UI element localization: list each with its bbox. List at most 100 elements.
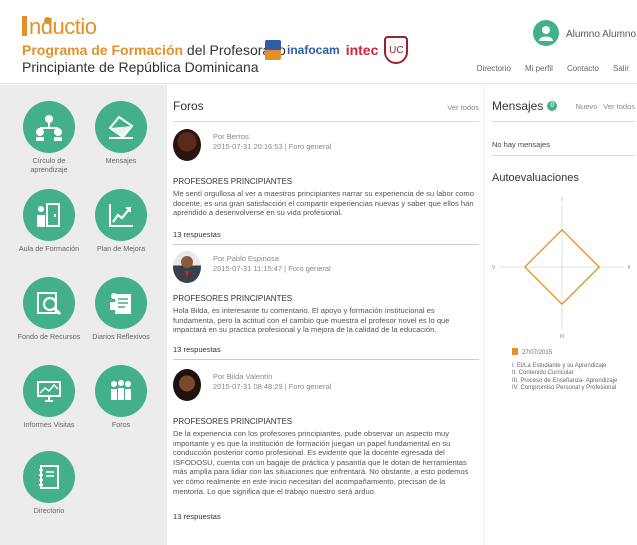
post-date: 2015-07-31 08:48:29 | Foro general: [213, 382, 332, 391]
legend-item: IV. Compromiso Personal y Profesional: [512, 385, 617, 392]
author-avatar[interactable]: [173, 251, 201, 283]
right-panel: Mensajes 0 Nuevo Ver todos No hay mensaj…: [483, 85, 637, 545]
legend-item: I. El/La Estudiante y su Aprendizaje: [512, 362, 607, 369]
sidebar: Círculo de aprendizaje Mensajes Aula de …: [0, 85, 167, 545]
radar-axis-label: III: [560, 334, 564, 340]
top-nav: Directorio Mi perfil Contacto Salir: [477, 64, 629, 73]
intec-logo: intec: [345, 42, 379, 58]
classroom-icon: [37, 203, 60, 227]
legend-series[interactable]: 27/07/2015: [512, 348, 617, 358]
post-title[interactable]: PROFESORES PRINCIPIANTES: [173, 417, 292, 426]
logo-dot: [44, 17, 51, 24]
tile-plan-mejora[interactable]: Plan de Mejora: [86, 189, 156, 254]
tile-foros[interactable]: Foros: [86, 365, 156, 430]
nav-directorio[interactable]: Directorio: [477, 64, 511, 73]
forum-see-all-link[interactable]: Ver todos: [447, 103, 479, 112]
nav-mi-perfil[interactable]: Mi perfil: [525, 64, 553, 73]
post-divider: [173, 359, 479, 360]
post-replies-link[interactable]: 13 respuestas: [173, 345, 221, 354]
self-eval-title: Autoevaluaciones: [492, 172, 579, 184]
improvement-plan-icon: [109, 204, 133, 227]
user-name[interactable]: Alumno Alumno: [566, 29, 636, 40]
post-date: 2015-07-31 20:16:53 | Foro general: [213, 142, 332, 151]
post-title[interactable]: PROFESORES PRINCIPIANTES: [173, 294, 292, 303]
post-body: De la experiencia con los profesores pri…: [173, 429, 469, 496]
tile-fondo-recursos[interactable]: Fondo de Recursos: [14, 277, 84, 342]
circle-bg: [95, 365, 147, 417]
circle-bg: [95, 277, 147, 329]
logo[interactable]: nductio: [22, 14, 97, 40]
post-replies-link[interactable]: 13 respuestas: [173, 512, 221, 521]
tile-label: Fondo de Recursos: [17, 332, 81, 341]
post-author[interactable]: Por Pablo Espinosa: [213, 254, 331, 264]
post-divider: [173, 244, 479, 245]
messages-icon: [108, 115, 134, 139]
divider: [173, 121, 479, 122]
user-avatar[interactable]: [533, 20, 559, 46]
post-body: Me sentí orgullosa al ver a maestros pri…: [173, 189, 474, 218]
circle-bg: [95, 189, 147, 241]
radar-axis-label: II: [628, 265, 631, 271]
radar-axis-label: IV: [492, 265, 496, 271]
radar-axis-labels: IIIIIIIV: [492, 197, 630, 340]
tile-informes-visitas[interactable]: Informes Visitas: [14, 365, 84, 430]
tile-diarios-reflexivos[interactable]: Diarios Reflexivos: [86, 277, 156, 342]
post-author[interactable]: Por Berros: [213, 132, 331, 142]
post-body: Hola Bilda, es interesante tu comentario…: [173, 306, 450, 335]
post-date: 2015-07-31 11:15:47 | Foro general: [213, 264, 331, 273]
tile-directorio[interactable]: Directorio: [14, 451, 84, 516]
divider: [492, 121, 635, 122]
tile-label: Plan de Mejora: [96, 244, 146, 253]
forum-title: Foros: [173, 99, 204, 113]
post-replies-link[interactable]: 13 respuestas: [173, 230, 221, 239]
author-avatar[interactable]: [173, 369, 201, 401]
forum-panel: Foros Ver todos Por Berros 2015-07-31 20…: [167, 85, 483, 545]
messages-empty-text: No hay mensajes: [492, 140, 550, 149]
circle-bg: [95, 101, 147, 153]
messages-links: Nuevo Ver todos: [576, 102, 635, 111]
visit-reports-icon: [37, 381, 61, 402]
post-meta: Por Pablo Espinosa 2015-07-31 11:15:47 |…: [213, 254, 331, 274]
author-avatar[interactable]: [173, 129, 201, 161]
post-title[interactable]: PROFESORES PRINCIPIANTES: [173, 177, 292, 186]
nav-salir[interactable]: Salir: [613, 64, 629, 73]
post-meta: Por Berros 2015-07-31 20:16:53 | Foro ge…: [213, 132, 331, 152]
tile-circulo-aprendizaje[interactable]: Círculo de aprendizaje: [14, 101, 84, 174]
radar-axis-label: I: [561, 197, 562, 203]
messages-see-all-link[interactable]: Ver todos: [603, 102, 635, 111]
tile-label: Directorio: [33, 506, 65, 515]
tile-aula-formacion[interactable]: Aula de Formación: [14, 189, 84, 254]
post-meta: Por Bilda Valentín 2015-07-31 08:48:29 |…: [213, 372, 331, 392]
messages-title: Mensajes: [492, 99, 544, 113]
tile-label: Foros: [111, 420, 131, 429]
radar-grid: [500, 205, 624, 329]
tile-label: Mensajes: [105, 156, 137, 165]
circle-bg: [23, 101, 75, 153]
legend-item: II. Contenido Curricular: [512, 370, 574, 377]
inafocam-mark-icon: [265, 40, 281, 60]
partner-logos: inafocam intec UC: [265, 30, 409, 70]
resources-icon: [37, 292, 62, 316]
logo-bar: [22, 16, 27, 36]
legend-swatch: [512, 348, 518, 355]
tile-label: Círculo de aprendizaje: [30, 156, 68, 174]
inafocam-logo: inafocam: [287, 43, 340, 57]
circle-bg: [23, 277, 75, 329]
messages-new-link[interactable]: Nuevo: [576, 102, 598, 111]
messages-count-badge: 0: [547, 101, 558, 111]
messages-header: Mensajes 0 Nuevo Ver todos: [492, 99, 635, 113]
program-line2: Principiante de República Dominicana: [22, 59, 259, 75]
author-photo-icon: [176, 256, 198, 283]
learning-circle-icon: [36, 115, 62, 141]
circle-bg: [23, 189, 75, 241]
nav-contacto[interactable]: Contacto: [567, 64, 599, 73]
user-icon: [539, 26, 553, 41]
tile-label: Aula de Formación: [18, 244, 80, 253]
legend-date: 27/07/2015: [522, 350, 553, 356]
divider: [492, 155, 635, 156]
tile-mensajes[interactable]: Mensajes: [86, 101, 156, 166]
uc-logo: UC: [384, 36, 409, 64]
directory-icon: [39, 465, 59, 489]
program-title: Programa de Formación del Profesorado Pr…: [22, 42, 286, 76]
post-author[interactable]: Por Bilda Valentín: [213, 372, 331, 382]
